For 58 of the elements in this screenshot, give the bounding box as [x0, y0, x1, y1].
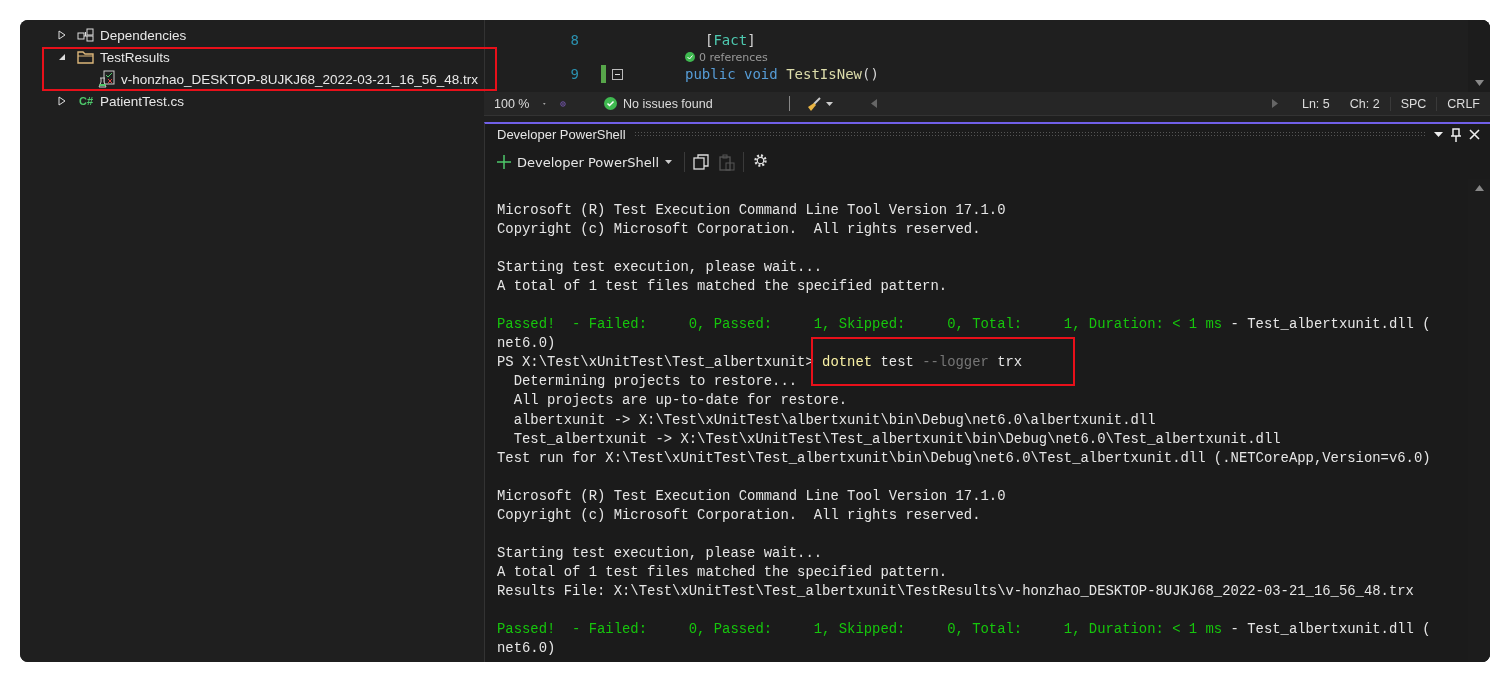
terminal-line: Results File: X:\Test\xUnitTest\Test_albertxunit\TestResults\v-honzhao_DESKTOP-8UJKJ68_2022-03-21_16_56_48.trx — [497, 582, 1414, 599]
terminal-line: A total of 1 test files matched the specified pattern. — [497, 278, 948, 295]
dependencies-icon — [77, 28, 95, 42]
caret-icon — [665, 160, 672, 164]
plus-icon — [497, 155, 511, 169]
line-position[interactable]: Ln: 5 — [1291, 96, 1340, 111]
scroll-right-icon[interactable] — [1271, 99, 1278, 108]
code-line: public void TestIsNew() — [685, 66, 879, 82]
terminal-line: net6.0) — [497, 335, 556, 352]
folder-icon — [77, 50, 95, 64]
csharp-file-icon: C# — [78, 95, 94, 107]
collapsed-arrow-icon[interactable] — [58, 30, 66, 40]
scroll-down-icon[interactable] — [1475, 80, 1484, 86]
terminal-line: PS X:\Test\xUnitTest\Test_albertxunit> dotnet test --logger trx — [497, 354, 1023, 371]
scroll-left-icon[interactable] — [870, 99, 877, 108]
terminal-line: Copyright (c) Microsoft Corporation. All rights reserved. — [497, 221, 981, 238]
close-icon[interactable] — [1469, 129, 1480, 140]
terminal-line: net6.0) — [497, 640, 556, 657]
broom-icon[interactable] — [805, 95, 822, 112]
issues-status[interactable]: No issues found — [623, 96, 713, 111]
indent-mode[interactable]: SPC — [1389, 96, 1437, 111]
terminal-line: Starting test execution, please wait... — [497, 544, 823, 561]
tree-item[interactable]: v-honzhao_DESKTOP-8UJKJ68_2022-03-21_16_56_48.trx — [121, 71, 478, 87]
scroll-up-icon[interactable] — [1475, 185, 1484, 191]
codelens-references[interactable]: 0 references — [699, 50, 768, 64]
panel-title: Developer PowerShell — [497, 127, 626, 142]
tree-item[interactable]: PatientTest.cs — [100, 93, 185, 109]
terminal-line: Copyright (c) Microsoft Corporation. All rights reserved. — [497, 506, 981, 523]
dropdown-icon[interactable] — [825, 101, 833, 106]
collapse-icon[interactable] — [612, 68, 623, 80]
terminal-line: Starting test execution, please wait... — [497, 259, 823, 276]
terminal-line: Microsoft (R) Test Execution Command Line Tool Version 17.1.0 — [497, 202, 1006, 218]
test-file-icon — [98, 70, 116, 88]
terminal-line: Microsoft (R) Test Execution Command Line Tool Version 17.1.0 — [497, 487, 1006, 504]
terminal-line: Passed! - Failed: 0, Passed: 1, Skipped: 0, Total: 1, Duration: < 1 ms - Test_albertxunit.dll ( — [497, 316, 1431, 333]
column-position[interactable]: Ch: 2 — [1339, 96, 1390, 111]
zoom-level[interactable]: 100 % — [494, 96, 530, 111]
terminal-line: albertxunit -> X:\Test\xUnitTest\albertxunit\bin\Debug\net6.0\albertxunit.dll — [512, 411, 1156, 428]
new-terminal-button[interactable]: Developer PowerShell — [493, 152, 676, 172]
terminal-line: Test_albertxunit -> X:\Test\xUnitTest\Test_albertxunit\bin\Debug\net6.0\Test_albertxunit.dll — [512, 430, 1281, 447]
line-number: 8 — [569, 32, 579, 48]
dropdown-icon[interactable] — [1434, 132, 1443, 137]
tree-item[interactable]: Dependencies — [100, 27, 187, 43]
expanded-arrow-icon[interactable] — [58, 53, 66, 61]
check-icon — [604, 97, 617, 110]
collapsed-arrow-icon[interactable] — [58, 96, 66, 106]
tree-item[interactable]: TestResults — [100, 49, 170, 65]
terminal-line: Determining projects to restore... — [512, 373, 798, 390]
code-line: [Fact] — [705, 32, 756, 48]
terminal-line: All projects are up-to-date for restore. — [512, 392, 848, 409]
settings-icon[interactable] — [752, 151, 769, 169]
pin-icon[interactable] — [1451, 127, 1461, 142]
copy-icon[interactable] — [693, 153, 709, 170]
terminal-line: Test run for X:\Test\xUnitTest\Test_albertxunit\bin\Debug\net6.0\Test_albertxunit.dll (.NETCoreApp,Version=v6.0) — [497, 449, 1431, 466]
terminal-line: Passed! - Failed: 0, Passed: 1, Skipped: 0, Total: 1, Duration: < 1 ms - Test_albertxunit.dll ( — [497, 621, 1431, 638]
line-ending[interactable]: CRLF — [1436, 96, 1490, 111]
line-number: 9 — [569, 66, 579, 82]
terminal-line: A total of 1 test files matched the specified pattern. — [497, 563, 948, 580]
